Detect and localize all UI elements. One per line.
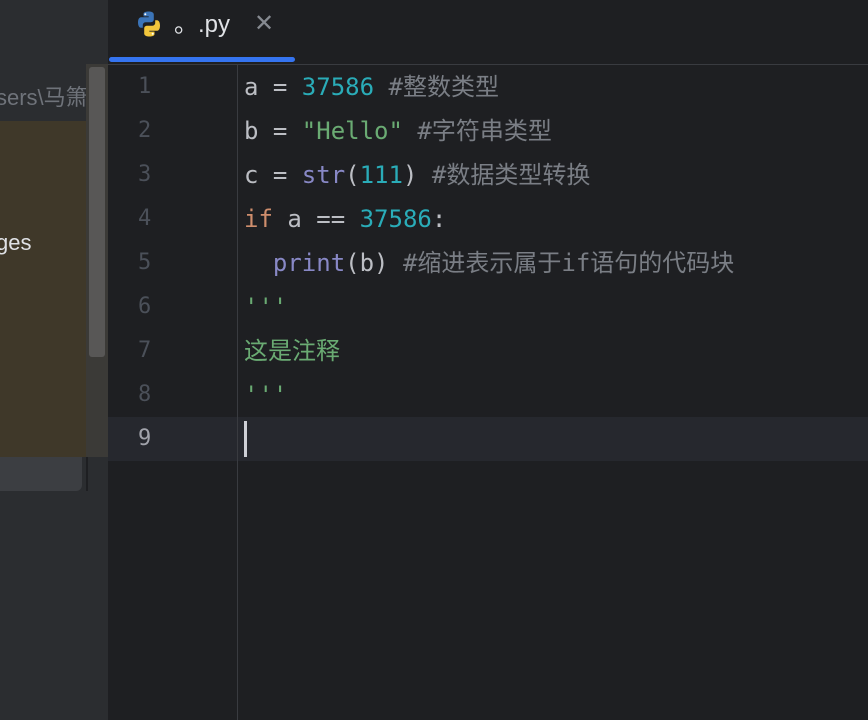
number-literal: 37586 [301,73,375,101]
string-literal: "Hello" [301,117,403,145]
panel-tab-secondary[interactable] [86,457,108,491]
builtin-name: print [272,249,346,277]
dialog-label-text: ges [0,230,32,255]
editor-tab-bar: 。.py ✕ [108,0,868,65]
code-line-4[interactable]: if a == 37586: [244,197,446,241]
string-literal: ''' [244,381,288,409]
code-token: (b) [345,249,403,277]
code-line-6[interactable]: ''' [244,285,287,329]
line-number: 7 [138,338,152,363]
code-token: b = [244,117,302,145]
project-panel: sers\马箫 ges [0,0,108,720]
line-number-active: 9 [138,426,152,451]
comment: #缩进表示属于if语句的代码块 [402,249,735,277]
line-number: 6 [138,294,152,319]
builtin-name: str [301,161,346,189]
panel-tab[interactable] [0,457,82,491]
number-literal: 111 [359,161,403,189]
line-number: 4 [138,206,152,231]
code-token: : [431,205,447,233]
code-editor[interactable]: 1 2 3 4 5 6 7 8 9 a = 37586 #整数类型 b = "H… [108,65,868,720]
code-token: a == [272,205,360,233]
tab-filename: 。.py [174,11,231,38]
line-number: 8 [138,382,152,407]
python-icon [135,10,163,38]
code-line-8[interactable]: ''' [244,373,287,417]
tab-python-file[interactable]: 。.py ✕ [108,0,295,64]
code-line-3[interactable]: c = str(111) #数据类型转换 [244,153,590,197]
text-caret [244,421,247,457]
dialog-panel [0,121,86,457]
code-line-1[interactable]: a = 37586 #整数类型 [244,65,499,109]
comment: #字符串类型 [417,117,552,145]
path-text: sers\马箫 [0,85,88,110]
code-line-7[interactable]: 这是注释 [244,329,340,373]
comment: #整数类型 [388,73,499,101]
comment: #数据类型转换 [431,161,591,189]
line-number: 1 [138,74,152,99]
paren: ( [345,161,360,189]
string-literal: ''' [244,293,288,321]
close-icon[interactable]: ✕ [253,11,275,37]
number-literal: 37586 [359,205,432,233]
active-tab-indicator [109,57,295,62]
code-token: a = [244,73,302,101]
code-line-5[interactable]: print(b) #缩进表示属于if语句的代码块 [244,241,734,285]
current-line-highlight [108,417,868,461]
code-token: c = [244,161,302,189]
code-line-2[interactable]: b = "Hello" #字符串类型 [244,109,552,153]
line-number: 5 [138,250,152,275]
line-number: 3 [138,162,152,187]
keyword: if [244,205,273,233]
scrollbar-thumb[interactable] [89,67,105,357]
gutter-divider [237,65,238,720]
paren: ) [402,161,418,189]
string-literal: 这是注释 [244,337,340,365]
line-number: 2 [138,118,152,143]
